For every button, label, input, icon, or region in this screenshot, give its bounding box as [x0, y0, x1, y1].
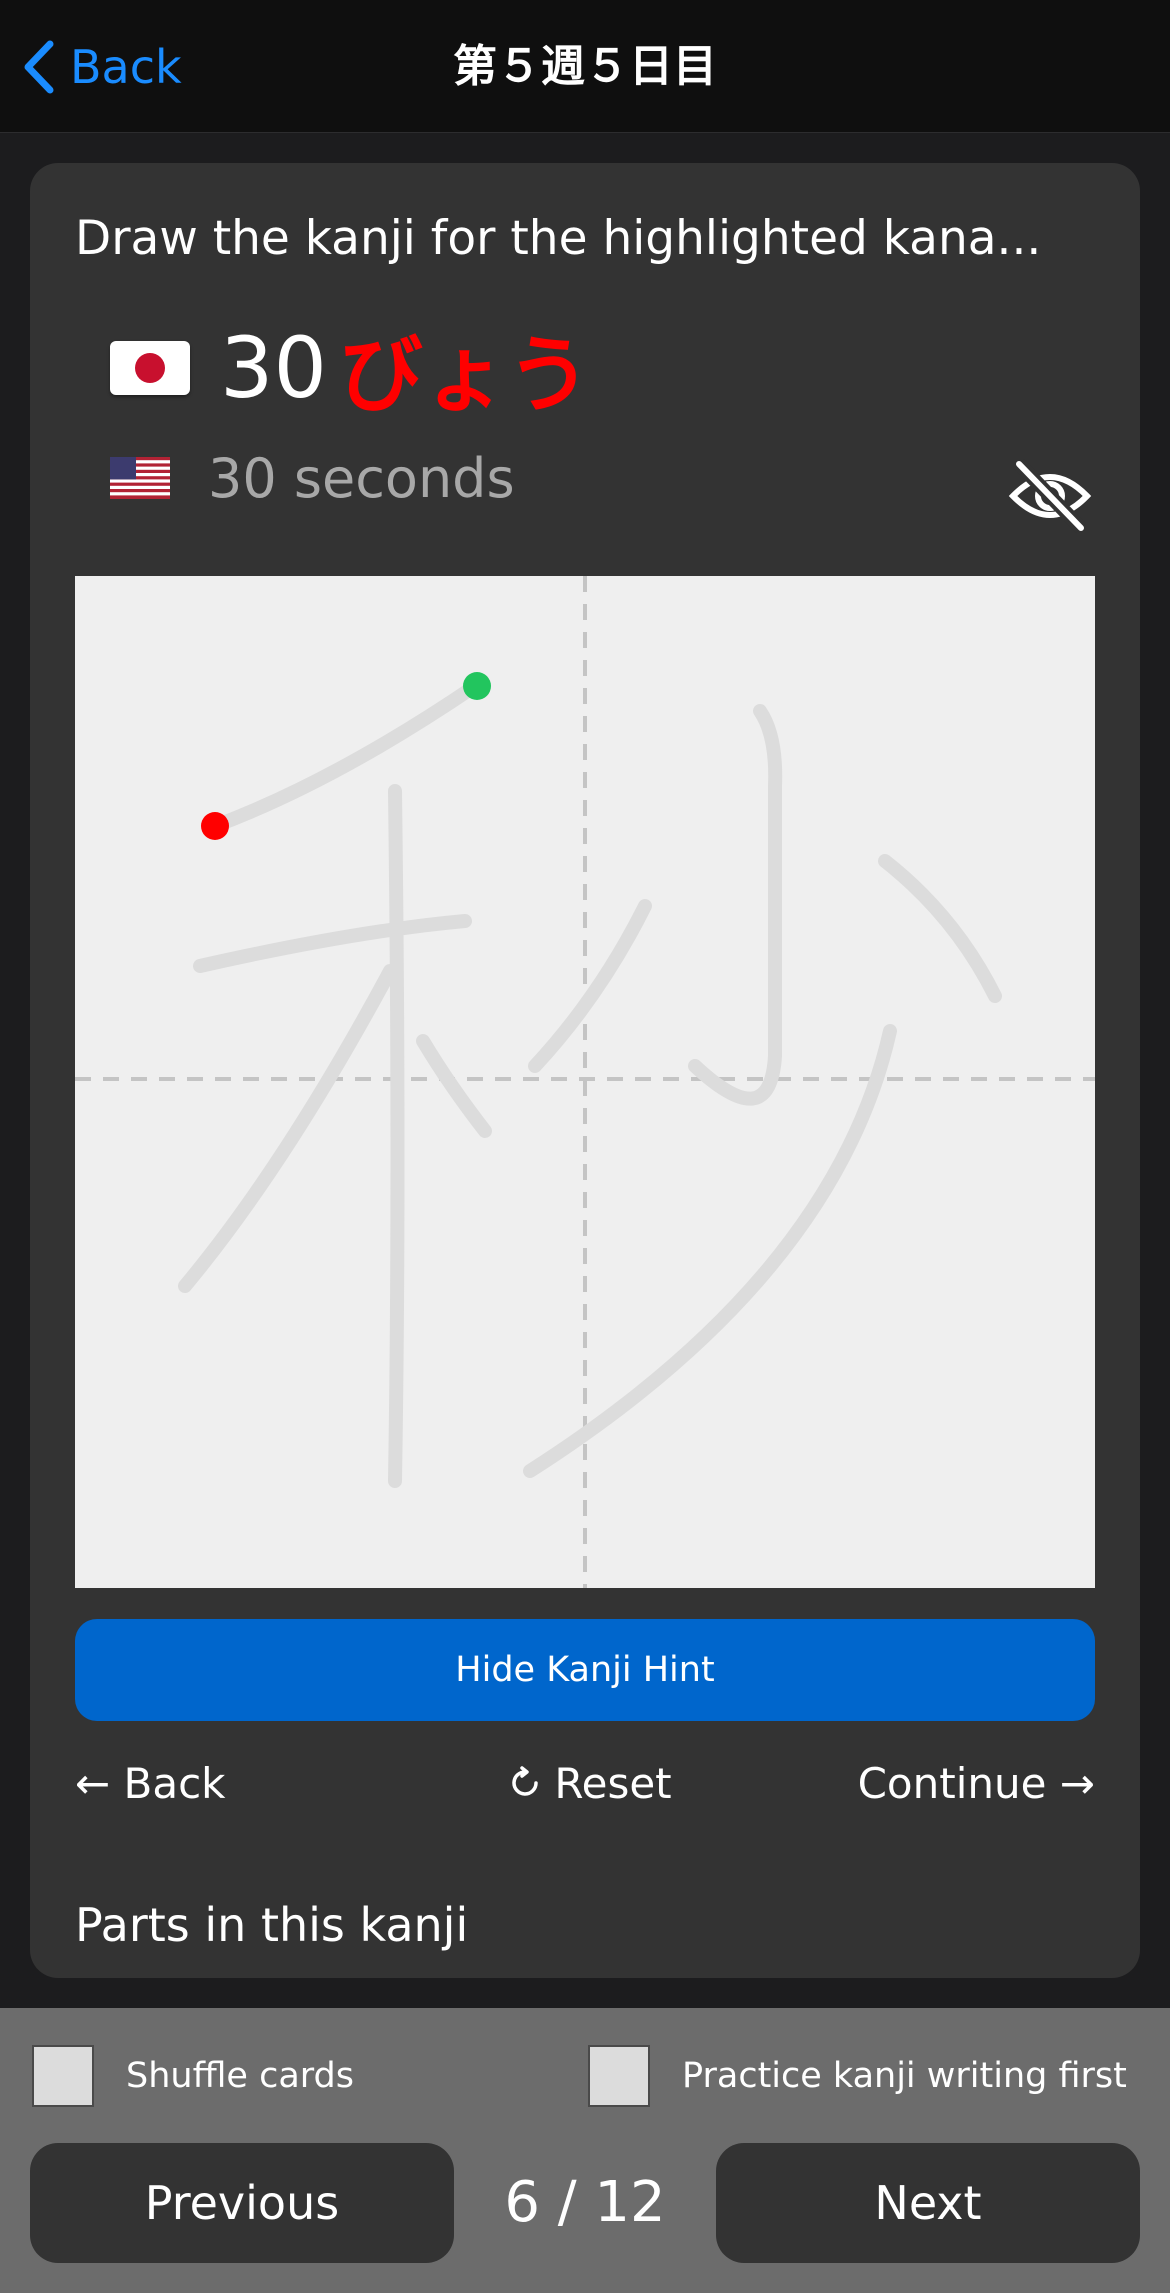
- kanji-hint-strokes: [178, 679, 1002, 1488]
- card-actions: ← Back Reset Continue →: [75, 1743, 1095, 1823]
- continue-label: Continue →: [857, 1758, 1095, 1808]
- practice-writing-checkbox[interactable]: Practice kanji writing first: [588, 2043, 1127, 2108]
- shuffle-checkbox-box[interactable]: [32, 2044, 94, 2107]
- japanese-number: 30: [220, 319, 327, 417]
- prompt-text: Draw the kanji for the highlighted kana.…: [75, 211, 1042, 266]
- shuffle-label: Shuffle cards: [126, 2055, 354, 2096]
- next-button[interactable]: Next: [716, 2143, 1140, 2263]
- eye-slash-icon[interactable]: [1005, 456, 1095, 536]
- flashcard: Draw the kanji for the highlighted kana.…: [30, 163, 1140, 1978]
- practice-checkbox-box[interactable]: [588, 2044, 650, 2107]
- flag-us-icon: [110, 457, 170, 499]
- drawing-canvas[interactable]: [75, 576, 1095, 1588]
- reset-label: Reset: [554, 1758, 672, 1808]
- japanese-row: 30 びょう: [110, 303, 591, 433]
- stroke-start-dot: [463, 672, 491, 700]
- previous-button[interactable]: Previous: [30, 2143, 454, 2263]
- continue-button[interactable]: Continue →: [858, 1743, 1095, 1823]
- shuffle-checkbox[interactable]: Shuffle cards: [32, 2043, 354, 2108]
- page-title: 第５週５日目: [453, 41, 717, 92]
- english-row: 30 seconds: [110, 438, 515, 518]
- highlighted-kana: びょう: [338, 325, 591, 424]
- bottom-toolbar: Shuffle cards Practice kanji writing fir…: [0, 2008, 1170, 2293]
- english-translation: 30 seconds: [208, 446, 515, 510]
- reset-icon: [512, 1766, 539, 1796]
- hide-kanji-hint-button[interactable]: Hide Kanji Hint: [75, 1619, 1095, 1721]
- parts-section-title: Parts in this kanji: [75, 1898, 469, 1952]
- practice-label: Practice kanji writing first: [682, 2055, 1127, 2096]
- card-counter: 6 / 12: [504, 2170, 666, 2235]
- navigation-bar: Back 第５週５日目: [0, 0, 1170, 133]
- stroke-end-dot: [201, 812, 229, 840]
- flag-japan-icon: [110, 341, 190, 395]
